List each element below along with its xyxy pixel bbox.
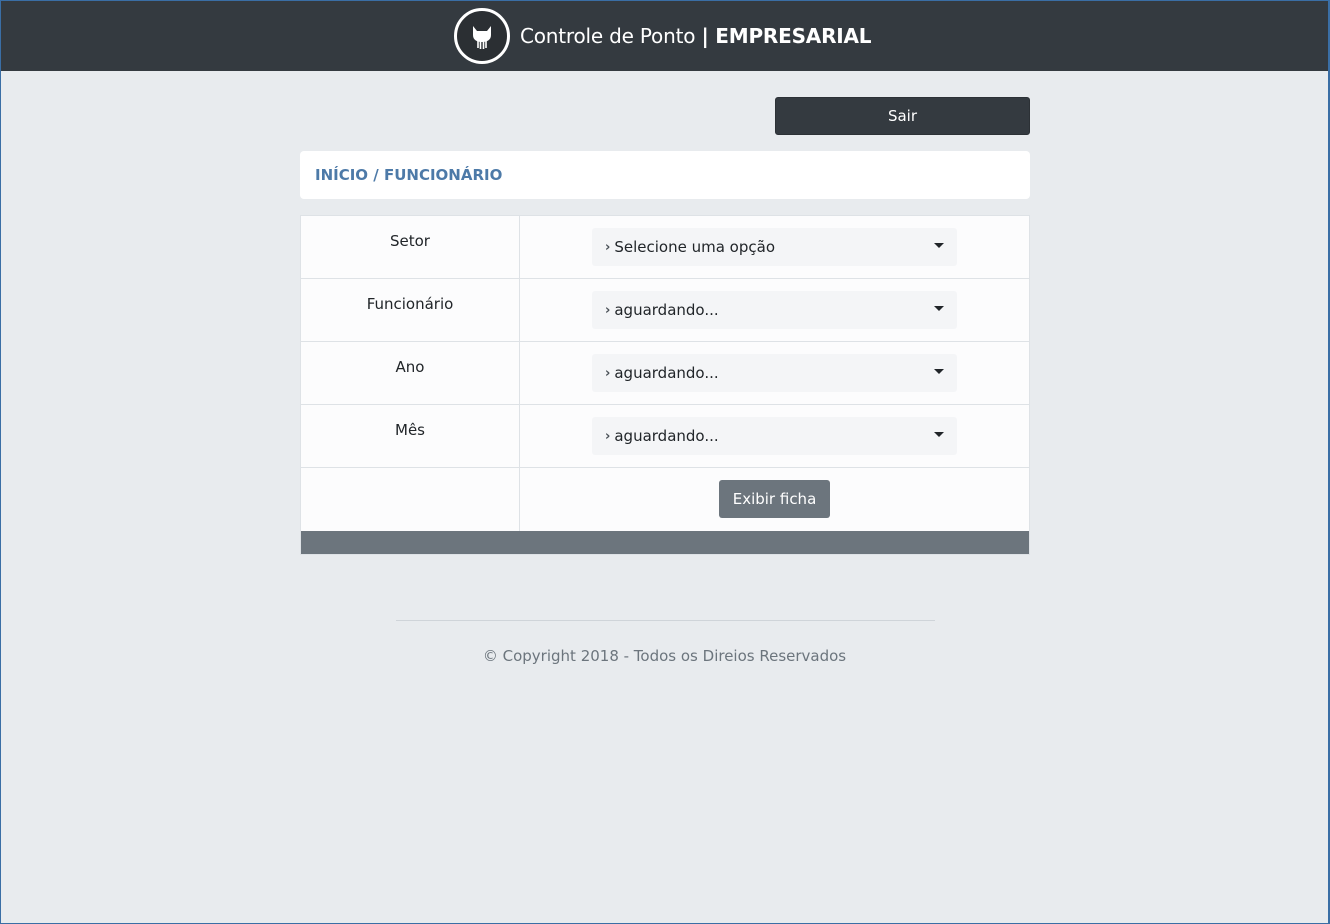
ano-field-cell: › aguardando... bbox=[520, 342, 1029, 404]
ano-select[interactable]: › aguardando... bbox=[592, 354, 957, 392]
form-row-ano: Ano › aguardando... bbox=[301, 342, 1029, 405]
mes-select-value: aguardando... bbox=[614, 427, 719, 445]
ano-label: Ano bbox=[301, 342, 520, 404]
funcionario-field-cell: › aguardando... bbox=[520, 279, 1029, 341]
employee-filter-form: Setor › Selecione uma opção Funcionário … bbox=[300, 215, 1030, 555]
chevron-right-icon: › bbox=[605, 428, 611, 444]
ano-select-value: aguardando... bbox=[614, 364, 719, 382]
setor-select-value: Selecione uma opção bbox=[614, 238, 775, 256]
show-timesheet-button[interactable]: Exibir ficha bbox=[719, 480, 830, 518]
app-title-regular: Controle de Ponto bbox=[520, 24, 696, 48]
mes-select[interactable]: › aguardando... bbox=[592, 417, 957, 455]
funcionario-select-value: aguardando... bbox=[614, 301, 719, 319]
funcionario-select[interactable]: › aguardando... bbox=[592, 291, 957, 329]
brand[interactable]: Controle de Ponto | EMPRESARIAL bbox=[454, 5, 872, 67]
form-row-setor: Setor › Selecione uma opção bbox=[301, 216, 1029, 279]
caret-down-icon bbox=[934, 432, 944, 437]
breadcrumb: INÍCIO / FUNCIONÁRIO bbox=[300, 151, 1030, 199]
chevron-right-icon: › bbox=[605, 239, 611, 255]
form-row-submit: Exibir ficha bbox=[301, 468, 1029, 531]
setor-label: Setor bbox=[301, 216, 520, 278]
chevron-right-icon: › bbox=[605, 302, 611, 318]
funcionario-label: Funcionário bbox=[301, 279, 520, 341]
copyright-text: © Copyright 2018 - Todos os Direios Rese… bbox=[482, 647, 847, 665]
form-row-funcionario: Funcionário › aguardando... bbox=[301, 279, 1029, 342]
caret-down-icon bbox=[934, 369, 944, 374]
chevron-right-icon: › bbox=[605, 365, 611, 381]
submit-field-cell: Exibir ficha bbox=[520, 468, 1029, 531]
setor-field-cell: › Selecione uma opção bbox=[520, 216, 1029, 278]
mes-label: Mês bbox=[301, 405, 520, 467]
submit-label-cell bbox=[301, 468, 520, 531]
footer-divider bbox=[396, 620, 935, 621]
mes-field-cell: › aguardando... bbox=[520, 405, 1029, 467]
app-title: Controle de Ponto | EMPRESARIAL bbox=[520, 24, 872, 48]
breadcrumb-text: INÍCIO / FUNCIONÁRIO bbox=[315, 166, 503, 184]
top-navbar: Controle de Ponto | EMPRESARIAL bbox=[1, 0, 1328, 71]
setor-select[interactable]: › Selecione uma opção bbox=[592, 228, 957, 266]
table-footer-bar bbox=[301, 531, 1029, 554]
form-row-mes: Mês › aguardando... bbox=[301, 405, 1029, 468]
app-title-bold: | EMPRESARIAL bbox=[701, 24, 872, 48]
caret-down-icon bbox=[934, 306, 944, 311]
logout-button[interactable]: Sair bbox=[775, 97, 1030, 135]
caret-down-icon bbox=[934, 243, 944, 248]
github-octocat-icon bbox=[454, 8, 510, 64]
